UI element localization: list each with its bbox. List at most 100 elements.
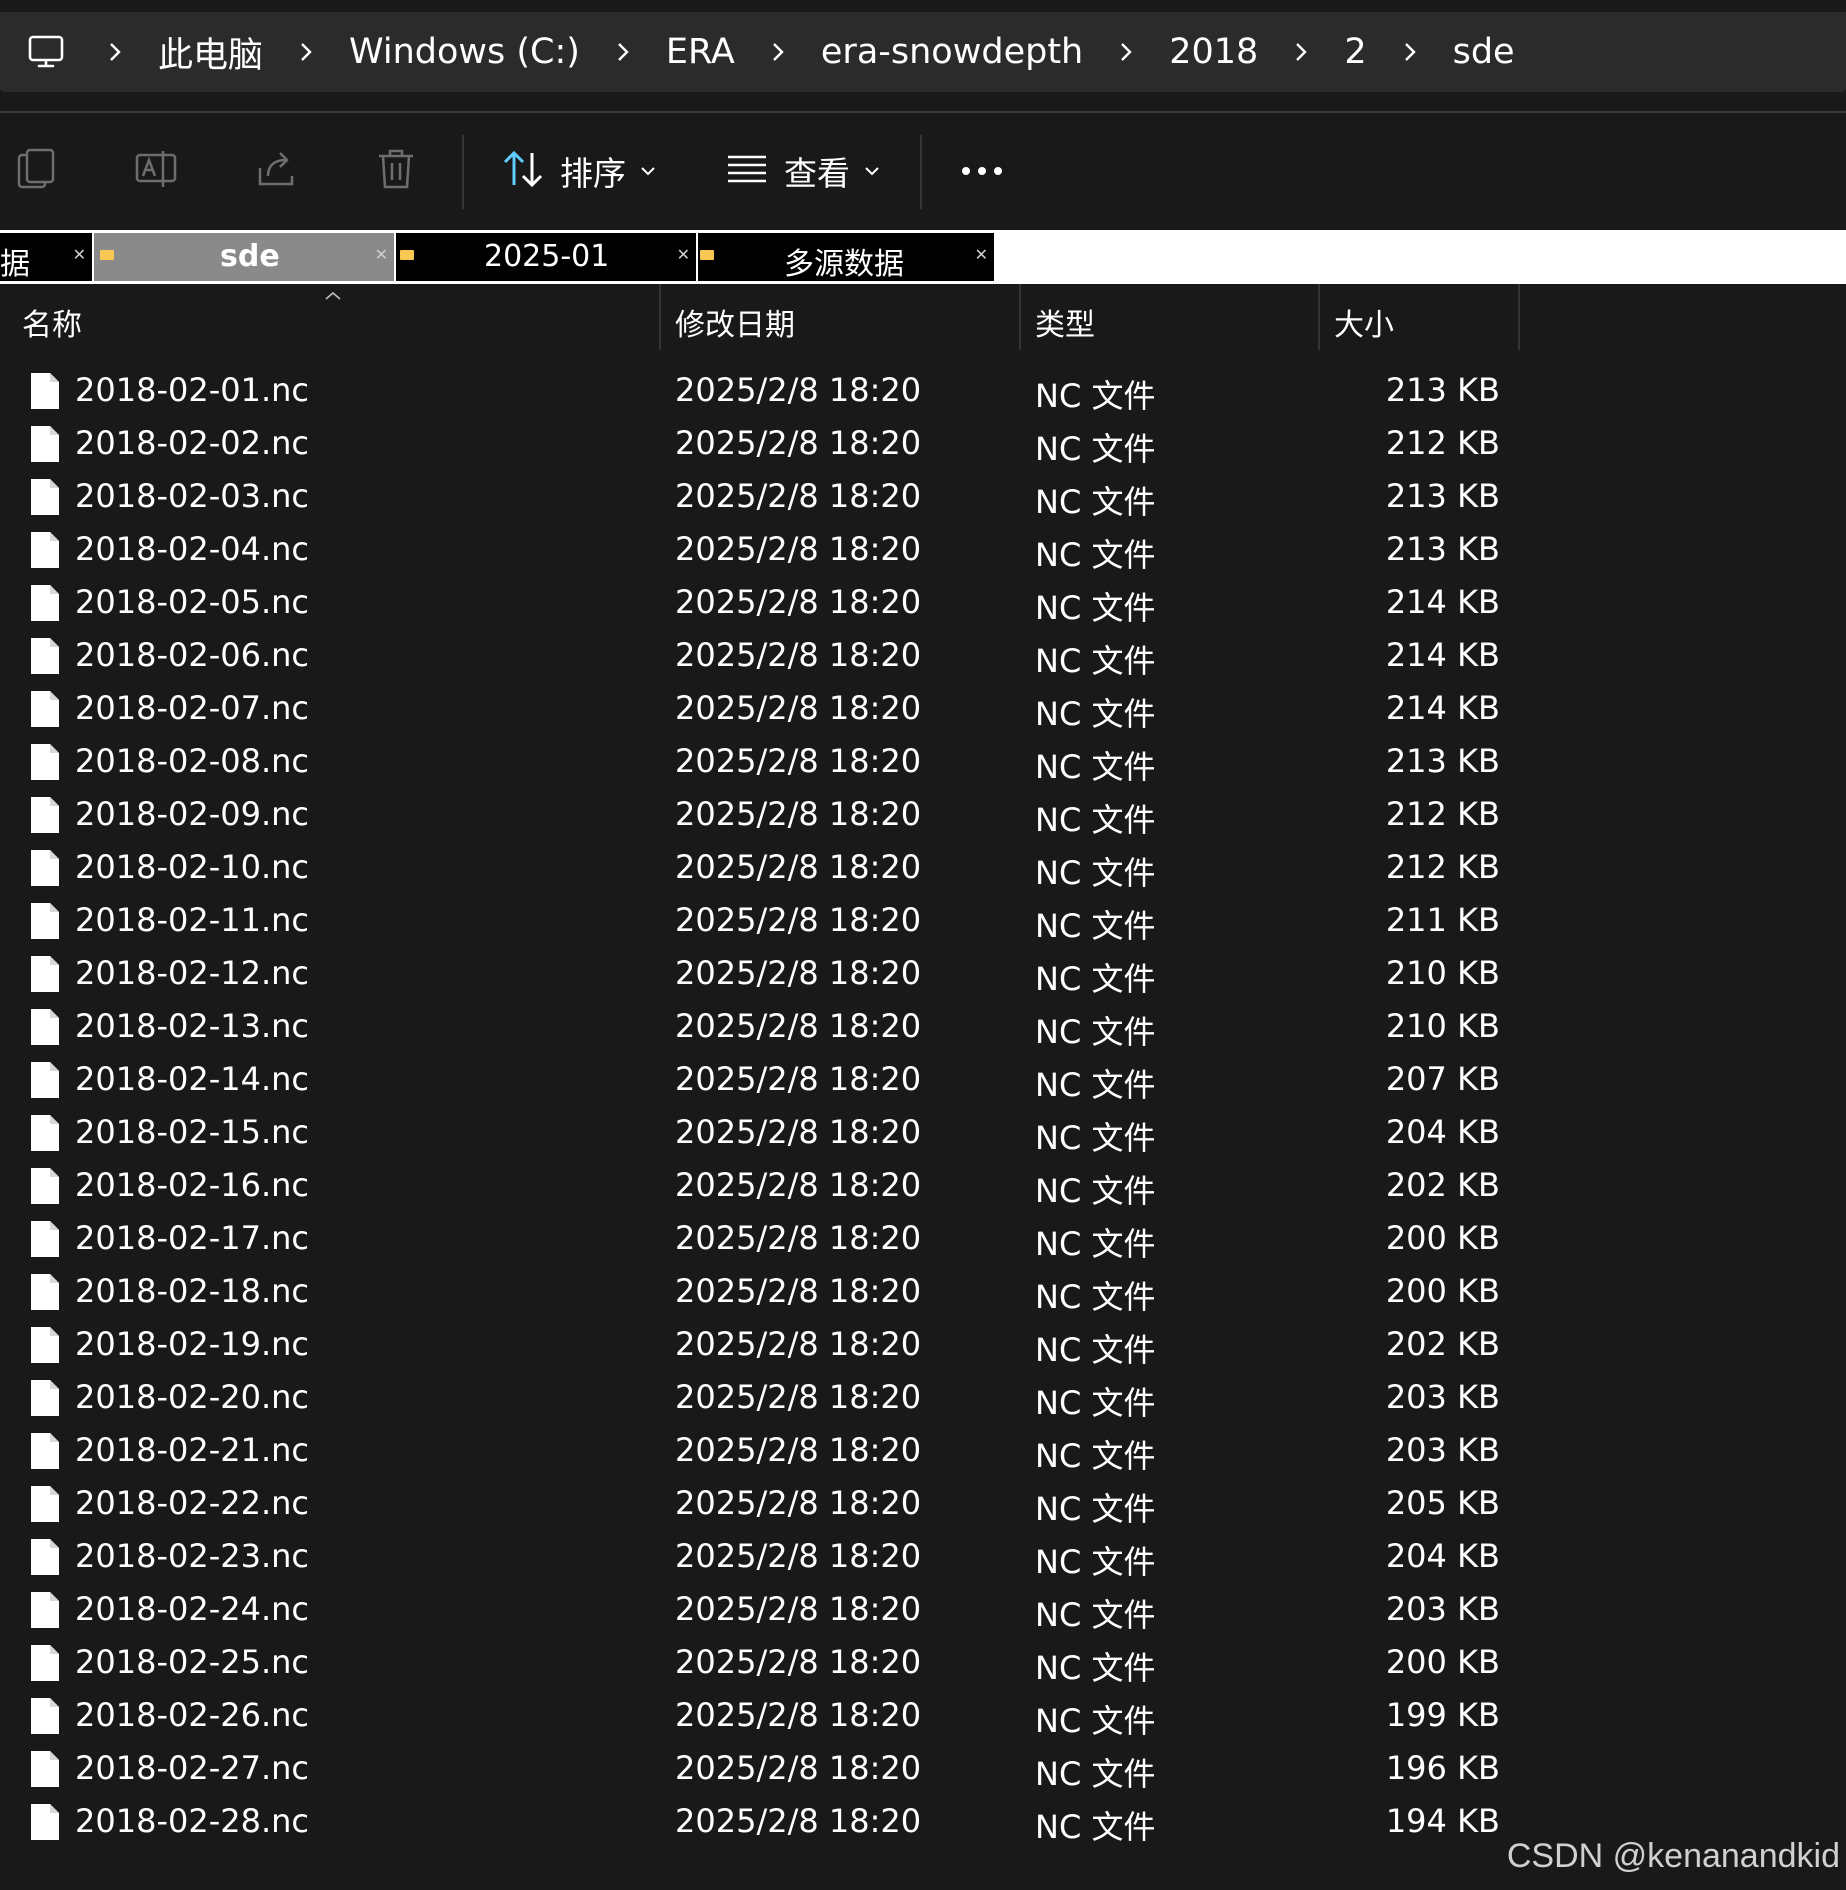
chevron-right-icon[interactable] — [84, 41, 146, 63]
copy-button[interactable] — [16, 143, 56, 199]
file-row[interactable]: 2018-02-19.nc 2025/2/8 18:20 NC 文件 202 KB — [0, 1320, 1846, 1373]
column-divider[interactable] — [1318, 284, 1320, 350]
file-row[interactable]: 2018-02-26.nc 2025/2/8 18:20 NC 文件 199 KB — [0, 1691, 1846, 1744]
file-icon — [30, 1644, 60, 1686]
file-row[interactable]: 2018-02-08.nc 2025/2/8 18:20 NC 文件 213 KB — [0, 737, 1846, 790]
file-row[interactable]: 2018-02-12.nc 2025/2/8 18:20 NC 文件 210 KB — [0, 949, 1846, 1002]
file-icon — [30, 1061, 60, 1103]
breadcrumb-item[interactable]: Windows (C:) — [337, 32, 592, 72]
chevron-right-icon[interactable] — [275, 41, 337, 63]
column-name[interactable]: 名称 — [22, 300, 82, 344]
file-type: NC 文件 — [1035, 1384, 1156, 1422]
file-row[interactable]: 2018-02-10.nc 2025/2/8 18:20 NC 文件 212 KB — [0, 843, 1846, 896]
file-row[interactable]: 2018-02-11.nc 2025/2/8 18:20 NC 文件 211 KB — [0, 896, 1846, 949]
column-divider[interactable] — [659, 284, 661, 350]
monitor-icon[interactable] — [26, 32, 66, 72]
file-row[interactable]: 2018-02-06.nc 2025/2/8 18:20 NC 文件 214 KB — [0, 631, 1846, 684]
chevron-right-icon[interactable] — [1270, 41, 1332, 63]
column-divider[interactable] — [1518, 284, 1520, 350]
file-type: NC 文件 — [1035, 907, 1156, 945]
file-size: 213 KB — [1385, 530, 1500, 568]
chevron-right-icon[interactable] — [592, 41, 654, 63]
close-icon[interactable]: ✕ — [73, 245, 86, 264]
file-row[interactable]: 2018-02-03.nc 2025/2/8 18:20 NC 文件 213 KB — [0, 472, 1846, 525]
file-type: NC 文件 — [1035, 1490, 1156, 1528]
column-size[interactable]: 大小 — [1334, 300, 1394, 344]
delete-button[interactable] — [376, 143, 416, 199]
file-icon — [30, 1008, 60, 1050]
file-date: 2025/2/8 18:20 — [675, 477, 922, 515]
file-icon — [30, 1485, 60, 1527]
file-name: 2018-02-26.nc — [75, 1696, 310, 1734]
sort-ascending-icon — [324, 286, 342, 305]
file-row[interactable]: 2018-02-27.nc 2025/2/8 18:20 NC 文件 196 KB — [0, 1744, 1846, 1797]
close-icon[interactable]: ✕ — [375, 245, 388, 264]
chevron-right-icon[interactable] — [747, 41, 809, 63]
tab-title: 多源数据 — [784, 247, 904, 282]
rename-button[interactable] — [134, 143, 178, 199]
more-dots-icon — [960, 162, 1004, 181]
file-date: 2025/2/8 18:20 — [675, 636, 922, 674]
breadcrumb-item[interactable]: era-snowdepth — [809, 32, 1095, 72]
file-icon — [30, 531, 60, 573]
chevron-down-icon — [640, 162, 656, 181]
file-row[interactable]: 2018-02-05.nc 2025/2/8 18:20 NC 文件 214 KB — [0, 578, 1846, 631]
column-type[interactable]: 类型 — [1035, 300, 1095, 344]
file-name: 2018-02-10.nc — [75, 848, 310, 886]
file-row[interactable]: 2018-02-04.nc 2025/2/8 18:20 NC 文件 213 KB — [0, 525, 1846, 578]
breadcrumb-item[interactable]: 2018 — [1157, 32, 1270, 72]
tab-item[interactable]: 2025-01 ✕ — [396, 233, 696, 281]
file-row[interactable]: 2018-02-22.nc 2025/2/8 18:20 NC 文件 205 KB — [0, 1479, 1846, 1532]
file-name: 2018-02-13.nc — [75, 1007, 310, 1045]
sort-button[interactable]: 排序 — [502, 143, 656, 199]
file-row[interactable]: 2018-02-20.nc 2025/2/8 18:20 NC 文件 203 KB — [0, 1373, 1846, 1426]
file-date: 2025/2/8 18:20 — [675, 1802, 922, 1840]
column-date[interactable]: 修改日期 — [675, 300, 795, 344]
file-row[interactable]: 2018-02-21.nc 2025/2/8 18:20 NC 文件 203 KB — [0, 1426, 1846, 1479]
file-icon — [30, 1273, 60, 1315]
file-row[interactable]: 2018-02-13.nc 2025/2/8 18:20 NC 文件 210 KB — [0, 1002, 1846, 1055]
file-row[interactable]: 2018-02-17.nc 2025/2/8 18:20 NC 文件 200 KB — [0, 1214, 1846, 1267]
file-row[interactable]: 2018-02-14.nc 2025/2/8 18:20 NC 文件 207 KB — [0, 1055, 1846, 1108]
tab-item[interactable]: 据 ✕ — [0, 233, 92, 282]
tab-item[interactable]: 多源数据 ✕ — [698, 233, 994, 282]
file-date: 2025/2/8 18:20 — [675, 848, 922, 886]
view-button[interactable]: 查看 — [726, 143, 880, 199]
chevron-right-icon[interactable] — [1095, 41, 1157, 63]
file-row[interactable]: 2018-02-01.nc 2025/2/8 18:20 NC 文件 213 KB — [0, 366, 1846, 419]
close-icon[interactable]: ✕ — [677, 245, 690, 264]
file-type: NC 文件 — [1035, 1702, 1156, 1740]
file-date: 2025/2/8 18:20 — [675, 1537, 922, 1575]
file-name: 2018-02-06.nc — [75, 636, 310, 674]
file-type: NC 文件 — [1035, 483, 1156, 521]
file-size: 212 KB — [1385, 424, 1500, 462]
tab-item-active[interactable]: sde ✕ — [94, 233, 394, 281]
breadcrumb-item[interactable]: sde — [1441, 32, 1527, 72]
file-row[interactable]: 2018-02-24.nc 2025/2/8 18:20 NC 文件 203 KB — [0, 1585, 1846, 1638]
file-row[interactable]: 2018-02-09.nc 2025/2/8 18:20 NC 文件 212 KB — [0, 790, 1846, 843]
new-tab-button[interactable]: + — [1006, 256, 1031, 286]
file-row[interactable]: 2018-02-02.nc 2025/2/8 18:20 NC 文件 212 KB — [0, 419, 1846, 472]
close-icon[interactable]: ✕ — [975, 245, 988, 264]
file-row[interactable]: 2018-02-07.nc 2025/2/8 18:20 NC 文件 214 KB — [0, 684, 1846, 737]
file-row[interactable]: 2018-02-15.nc 2025/2/8 18:20 NC 文件 204 KB — [0, 1108, 1846, 1161]
breadcrumb-item[interactable]: ERA — [654, 32, 747, 72]
file-row[interactable]: 2018-02-25.nc 2025/2/8 18:20 NC 文件 200 KB — [0, 1638, 1846, 1691]
breadcrumb-item[interactable]: 此电脑 — [146, 27, 275, 78]
column-divider[interactable] — [1019, 284, 1021, 350]
file-row[interactable]: 2018-02-16.nc 2025/2/8 18:20 NC 文件 202 KB — [0, 1161, 1846, 1214]
more-options-button[interactable] — [960, 143, 1004, 199]
file-size: 212 KB — [1385, 795, 1500, 833]
file-size: 214 KB — [1385, 689, 1500, 727]
chevron-right-icon[interactable] — [1379, 41, 1441, 63]
file-row[interactable]: 2018-02-18.nc 2025/2/8 18:20 NC 文件 200 KB — [0, 1267, 1846, 1320]
file-icon — [30, 478, 60, 520]
breadcrumb[interactable]: 此电脑 Windows (C:) ERA era-snowdepth 2018 2 sde — [0, 12, 1846, 92]
file-icon — [30, 637, 60, 679]
breadcrumb-item[interactable]: 2 — [1332, 32, 1378, 72]
toolbar-divider — [462, 135, 464, 209]
file-name: 2018-02-22.nc — [75, 1484, 310, 1522]
file-name: 2018-02-25.nc — [75, 1643, 310, 1681]
share-button[interactable] — [256, 143, 298, 199]
file-row[interactable]: 2018-02-23.nc 2025/2/8 18:20 NC 文件 204 KB — [0, 1532, 1846, 1585]
